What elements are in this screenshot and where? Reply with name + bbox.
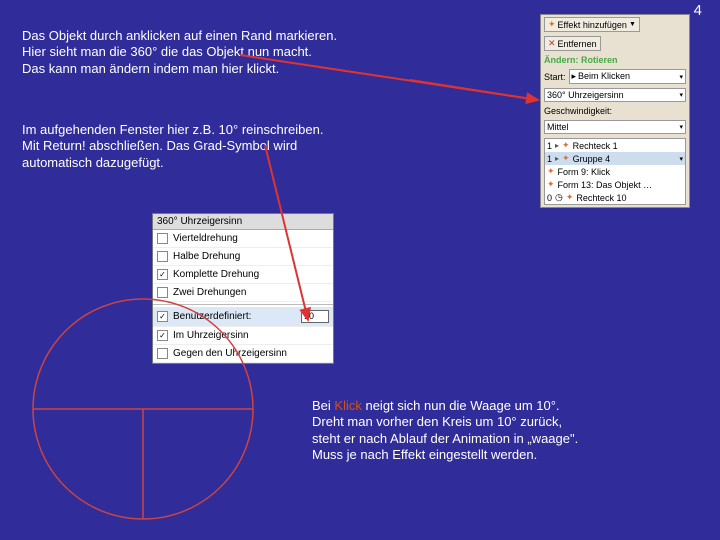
rotation-option-label: Komplette Drehung: [173, 269, 259, 280]
mouse-icon: ▸: [572, 71, 577, 82]
item-num: 1: [547, 141, 552, 151]
p3-l2: Dreht man vorher den Kreis um 10° zurück…: [312, 414, 562, 429]
balance-circle-diagram: [28, 294, 258, 524]
rotation-option-label: Vierteldrehung: [173, 233, 238, 244]
page-number: 4: [694, 2, 702, 19]
p2-l2: Mit Return! abschließen. Das Grad-Symbol…: [22, 138, 297, 153]
start-value: Beim Klicken: [578, 71, 630, 82]
check-icon: [157, 251, 168, 262]
add-effect-button[interactable]: ✦ Effekt hinzufügen ▼: [544, 17, 640, 32]
p2-l3: automatisch dazugefügt.: [22, 155, 164, 170]
p3-l3: steht er nach Ablauf der Animation in „w…: [312, 431, 578, 446]
chevron-down-icon: ▼: [629, 21, 636, 28]
mouse-icon: ▸: [555, 154, 559, 163]
star-icon: ✦: [566, 192, 574, 203]
star-icon: ✦: [562, 153, 570, 164]
add-effect-label: Effekt hinzufügen: [558, 20, 627, 30]
klick-word: Klick: [334, 398, 361, 413]
rotation-option[interactable]: Vierteldrehung: [153, 230, 333, 248]
remove-button[interactable]: ✕ Entfernen: [544, 36, 601, 51]
star-icon: ✦: [548, 19, 556, 30]
item-num: 0: [547, 193, 552, 203]
chevron-down-icon[interactable]: ▾: [679, 155, 683, 163]
remove-label: Entfernen: [558, 39, 597, 49]
speed-value: Mittel: [547, 122, 569, 132]
star-icon: ✦: [547, 166, 555, 177]
paragraph-3: Bei Klick neigt sich nun die Waage um 10…: [312, 398, 702, 463]
star-icon: ✦: [547, 179, 555, 190]
item-label: Gruppe 4: [573, 154, 611, 164]
list-item[interactable]: 0◷✦Rechteck 10: [545, 191, 685, 204]
degree-dropdown[interactable]: 360° Uhrzeigersinn ▾: [544, 88, 686, 102]
list-item[interactable]: ✦Form 13: Das Objekt …: [545, 178, 685, 191]
degree-value: 360° Uhrzeigersinn: [547, 90, 624, 100]
animation-list: 1▸✦Rechteck 1 1▸✦Gruppe 4▾ ✦Form 9: Klic…: [544, 138, 686, 205]
animation-task-pane: ✦ Effekt hinzufügen ▼ ✕ Entfernen Ändern…: [540, 14, 690, 208]
p1-l2: Hier sieht man die 360° die das Objekt n…: [22, 44, 312, 59]
rotation-option-label: Halbe Drehung: [173, 251, 240, 262]
chevron-down-icon: ▾: [679, 123, 683, 131]
p1-l3: Das kann man ändern indem man hier klick…: [22, 61, 279, 76]
item-num: 1: [547, 154, 552, 164]
paragraph-2: Im aufgehenden Fenster hier z.B. 10° rei…: [22, 122, 502, 171]
chevron-down-icon: ▾: [679, 91, 683, 99]
rotation-menu-title: 360° Uhrzeigersinn: [153, 214, 333, 230]
check-icon: [157, 233, 168, 244]
rotation-option[interactable]: Halbe Drehung: [153, 248, 333, 266]
mouse-icon: ▸: [555, 141, 559, 150]
start-dropdown[interactable]: ▸Beim Klicken ▾: [569, 69, 686, 84]
list-item[interactable]: ✦Form 9: Klick: [545, 165, 685, 178]
item-label: Rechteck 1: [573, 141, 618, 151]
speed-dropdown[interactable]: Mittel ▾: [544, 120, 686, 134]
p3-l4: Muss je nach Effekt eingestellt werden.: [312, 447, 537, 462]
p1-l1: Das Objekt durch anklicken auf einen Ran…: [22, 28, 337, 43]
custom-degree-input[interactable]: 10: [301, 310, 329, 323]
list-item[interactable]: 1▸✦Gruppe 4 ▾: [545, 152, 685, 165]
paragraph-1: Das Objekt durch anklicken auf einen Ran…: [22, 28, 502, 77]
star-icon: ✦: [562, 140, 570, 151]
item-label: Form 13: Das Objekt …: [558, 180, 653, 190]
x-icon: ✕: [548, 38, 556, 49]
start-label: Start:: [544, 72, 566, 82]
rotation-option[interactable]: ✓ Komplette Drehung: [153, 266, 333, 284]
p3-pre: Bei: [312, 398, 334, 413]
clock-icon: ◷: [555, 192, 563, 203]
list-item[interactable]: 1▸✦Rechteck 1: [545, 139, 685, 152]
chevron-down-icon: ▾: [679, 73, 683, 81]
p2-l1: Im aufgehenden Fenster hier z.B. 10° rei…: [22, 122, 323, 137]
item-label: Rechteck 10: [576, 193, 626, 203]
speed-label: Geschwindigkeit:: [544, 106, 612, 116]
change-rotate-header: Ändern: Rotieren: [541, 53, 689, 67]
item-label: Form 9: Klick: [558, 167, 611, 177]
p3-post: neigt sich nun die Waage um 10°.: [362, 398, 560, 413]
check-icon: ✓: [157, 269, 168, 280]
